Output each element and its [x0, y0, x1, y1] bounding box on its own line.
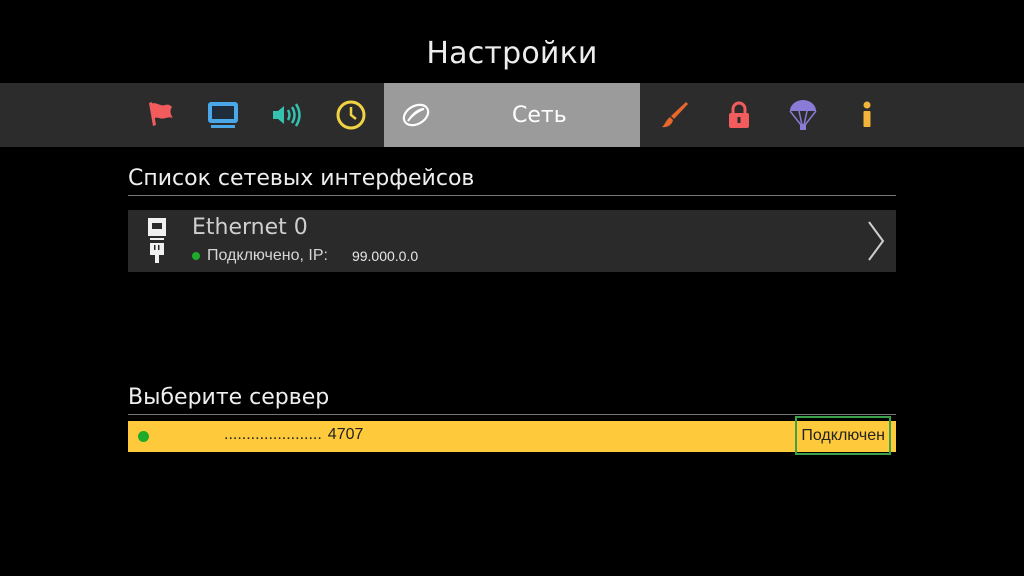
- tab-network[interactable]: Сеть: [384, 83, 640, 147]
- ethernet-icon: [146, 216, 170, 271]
- server-status-badge[interactable]: Подключен: [795, 416, 891, 455]
- status-dot: [192, 252, 200, 260]
- interface-name: Ethernet 0: [192, 215, 308, 240]
- interface-ip: 99.000.0.0: [351, 248, 419, 264]
- tab-security[interactable]: [708, 83, 770, 147]
- server-address: ......................: [224, 426, 322, 443]
- tab-flag[interactable]: [128, 83, 190, 147]
- settings-tab-bar: Сеть: [0, 83, 1024, 147]
- server-port: 4707: [327, 426, 364, 443]
- clock-icon: [335, 99, 367, 131]
- tab-info[interactable]: [836, 83, 898, 147]
- server-list-item[interactable]: ...................... 4707 Подключен: [128, 416, 896, 455]
- tab-update[interactable]: [772, 83, 834, 147]
- tab-network-label: Сеть: [512, 102, 567, 128]
- tv-icon: [206, 100, 240, 130]
- sound-icon: [270, 100, 304, 130]
- interface-status: Подключено, IP: 99.000.0.0: [192, 247, 418, 265]
- parachute-icon: [787, 98, 819, 132]
- server-address-wrap: ...................... 4707: [224, 426, 363, 444]
- page-title: Настройки: [426, 36, 598, 71]
- lock-icon: [725, 99, 753, 131]
- tab-tv[interactable]: [192, 83, 254, 147]
- tab-appearance[interactable]: [644, 83, 706, 147]
- chevron-right-icon: [866, 220, 886, 267]
- network-icon: [400, 99, 432, 131]
- server-status-dot: [138, 431, 149, 442]
- flag-icon: [143, 99, 175, 131]
- interfaces-section-title: Список сетевых интерфейсов: [128, 166, 896, 196]
- tab-clock[interactable]: [320, 83, 382, 147]
- tab-sound[interactable]: [256, 83, 318, 147]
- info-icon: [859, 99, 875, 131]
- interface-status-text: Подключено, IP:: [207, 247, 328, 264]
- servers-section-title: Выберите сервер: [128, 385, 896, 415]
- brush-icon: [659, 99, 691, 131]
- list-item-ethernet[interactable]: Ethernet 0 Подключено, IP: 99.000.0.0: [128, 210, 896, 272]
